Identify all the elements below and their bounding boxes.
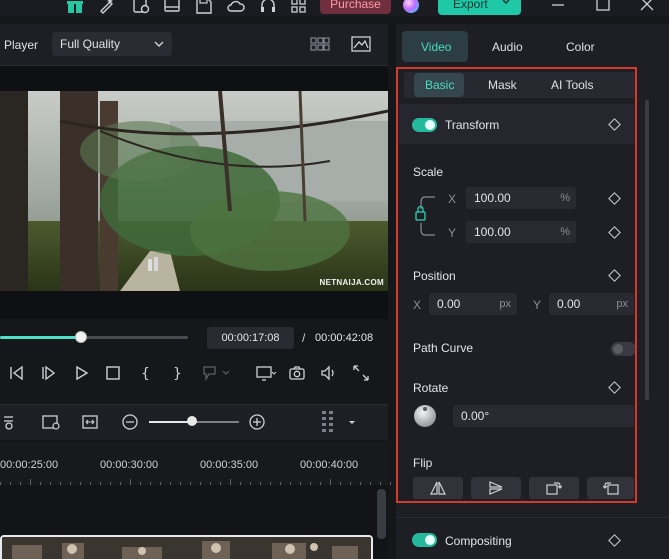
gift-icon[interactable] xyxy=(66,0,84,15)
headset-icon[interactable] xyxy=(259,0,277,15)
media-icon[interactable] xyxy=(163,0,181,15)
add-track-icon[interactable] xyxy=(41,413,60,431)
audio-track-icon[interactable] xyxy=(3,413,21,431)
current-time[interactable]: 00:00:17:08 xyxy=(207,327,294,349)
display-settings-icon[interactable] xyxy=(255,364,277,382)
previous-frame-icon[interactable] xyxy=(7,364,25,382)
fullscreen-icon[interactable] xyxy=(352,364,370,382)
ruler-tick xyxy=(390,482,391,485)
tab-video[interactable]: Video xyxy=(421,40,451,54)
save-icon[interactable] xyxy=(195,0,213,15)
play-icon[interactable] xyxy=(72,364,90,382)
fit-timeline-icon[interactable] xyxy=(81,413,99,431)
chevron-down-icon xyxy=(154,40,164,48)
ruler-label: 00:00:40:00 xyxy=(300,459,359,471)
mark-out-icon[interactable]: } xyxy=(168,364,186,382)
mark-in-icon[interactable]: { xyxy=(136,364,154,382)
ruler-label: 00:00:25:00 xyxy=(0,459,59,471)
grid-view-icon[interactable] xyxy=(310,37,330,51)
export-label: Export xyxy=(453,0,488,11)
pen-ai-icon[interactable] xyxy=(98,0,116,15)
zoom-slider-handle[interactable] xyxy=(187,416,197,426)
zoom-in-icon[interactable] xyxy=(248,413,266,431)
compositing-title: Compositing xyxy=(445,534,512,548)
svg-text:}: } xyxy=(173,366,182,382)
ruler-label: 00:00:30:00 xyxy=(100,459,159,471)
video-watermark: NETNAIJA.COM xyxy=(319,278,384,287)
highlight-box xyxy=(396,67,637,503)
playback-progress xyxy=(0,336,81,339)
ruler-label: 00:00:35:00 xyxy=(200,459,259,471)
playhead-handle[interactable] xyxy=(75,331,87,343)
compositing-toggle[interactable] xyxy=(412,533,437,547)
camera-icon[interactable] xyxy=(288,364,306,382)
audio-record-icon[interactable] xyxy=(132,0,150,15)
time-separator: / xyxy=(302,331,306,345)
cloud-icon[interactable] xyxy=(227,0,245,15)
tab-color[interactable]: Color xyxy=(566,40,595,54)
export-button[interactable]: Export xyxy=(438,0,521,15)
quality-select[interactable]: Full Quality xyxy=(52,32,172,56)
svg-text:{: { xyxy=(141,366,150,382)
timeline-scrollbar[interactable] xyxy=(377,489,386,539)
chevron-down-icon[interactable] xyxy=(501,0,511,6)
quality-value: Full Quality xyxy=(60,37,121,51)
grid-apps-icon[interactable] xyxy=(290,0,308,15)
stop-icon[interactable] xyxy=(104,364,122,382)
chevron-down-icon[interactable] xyxy=(347,413,365,431)
player-label: Player xyxy=(4,38,39,52)
panel-scrollbar[interactable] xyxy=(645,100,649,400)
video-clip[interactable] xyxy=(0,535,373,559)
section-divider xyxy=(396,517,669,518)
video-preview[interactable]: NETNAIJA.COM xyxy=(0,91,388,291)
track-height-icon[interactable] xyxy=(320,410,338,432)
total-time: 00:00:42:08 xyxy=(315,332,374,344)
close-icon[interactable] xyxy=(638,0,656,14)
zoom-slider-fill xyxy=(149,421,192,423)
purchase-button[interactable]: Purchase xyxy=(320,0,391,14)
toggle-knob xyxy=(425,535,435,545)
maximize-icon[interactable] xyxy=(594,0,612,14)
tab-audio[interactable]: Audio xyxy=(492,40,523,54)
image-icon[interactable] xyxy=(351,36,371,52)
marker-icon[interactable] xyxy=(201,364,230,382)
next-frame-icon[interactable] xyxy=(40,364,58,382)
minimize-icon[interactable] xyxy=(549,0,567,14)
zoom-out-icon[interactable] xyxy=(121,413,139,431)
volume-icon[interactable] xyxy=(320,364,338,382)
